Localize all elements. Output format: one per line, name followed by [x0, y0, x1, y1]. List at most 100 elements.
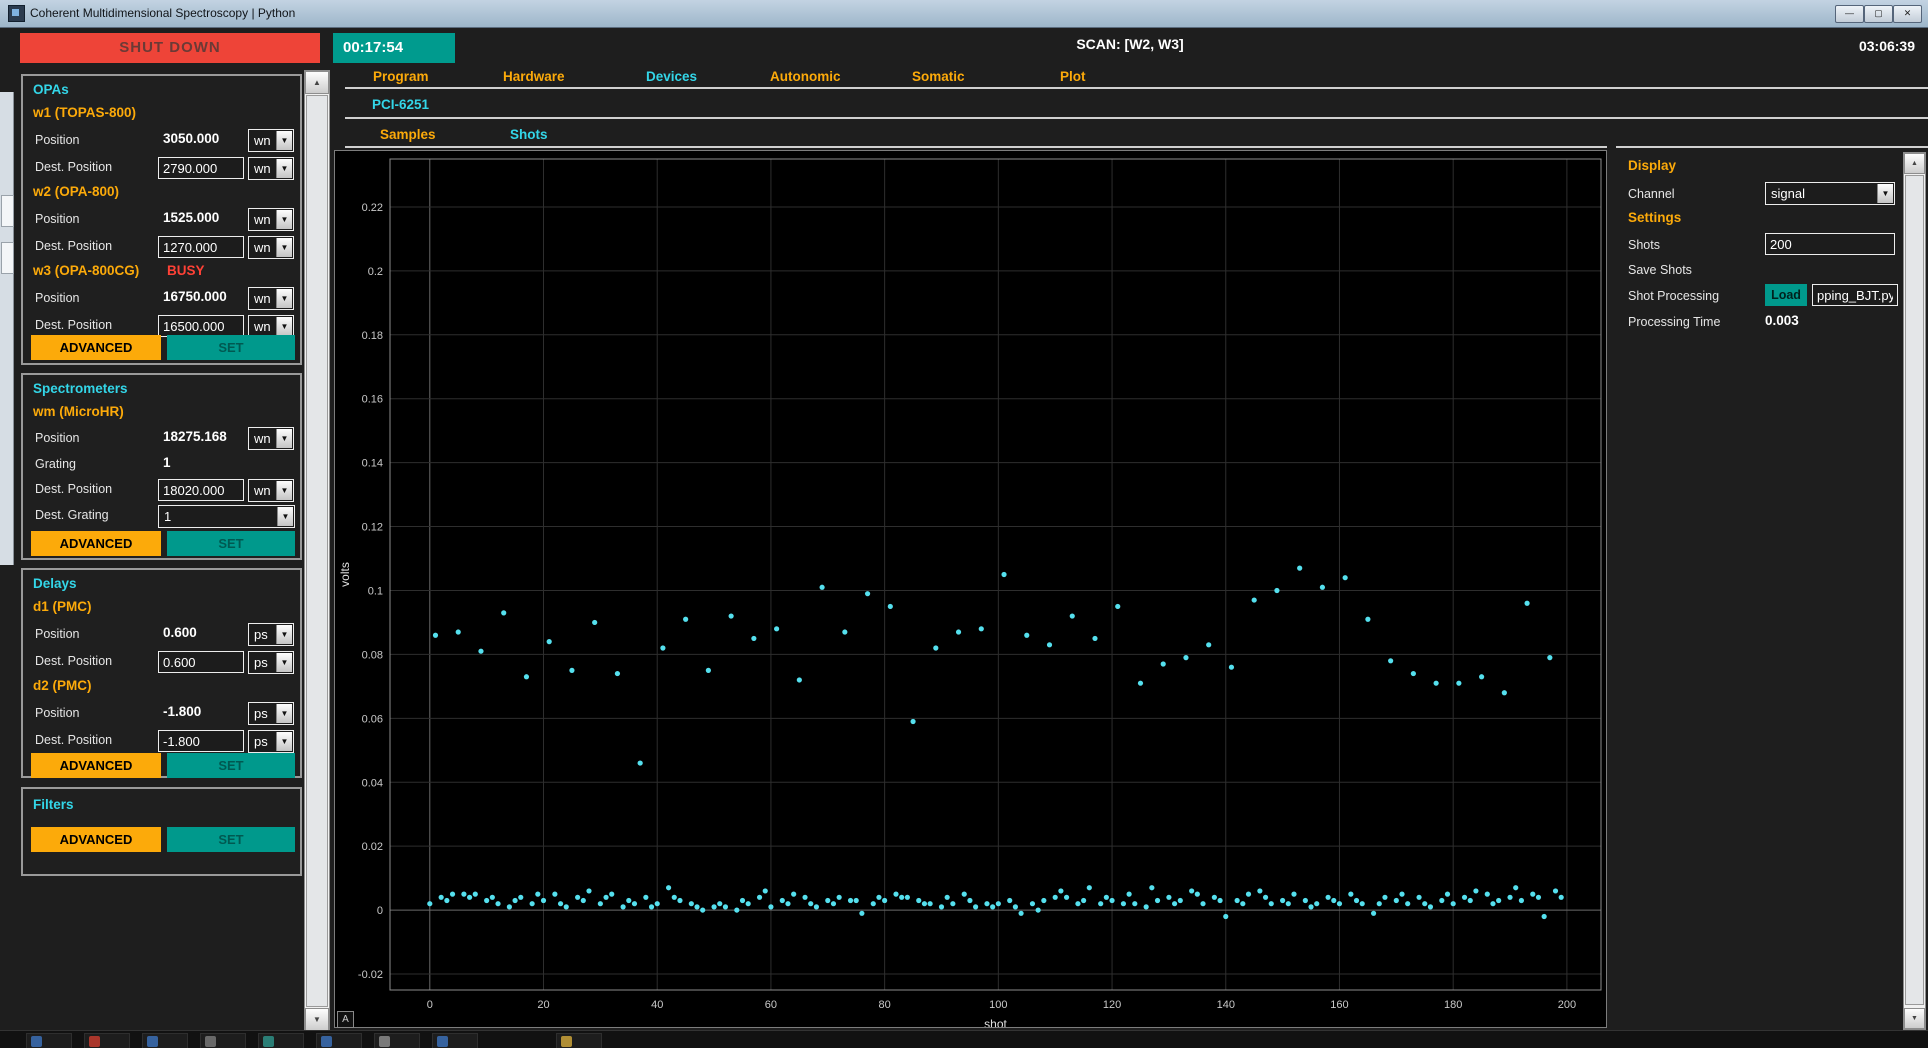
tab-somatic[interactable]: Somatic — [912, 69, 965, 84]
wm-dest-units-combo[interactable]: wn ▼ — [248, 479, 294, 502]
svg-text:100: 100 — [989, 999, 1007, 1011]
svg-text:0.18: 0.18 — [362, 330, 383, 342]
chevron-down-icon[interactable]: ▼ — [276, 653, 292, 672]
tab-samples[interactable]: Samples — [380, 127, 436, 142]
autoscale-button[interactable]: A — [337, 1011, 354, 1028]
chevron-down-icon[interactable]: ▼ — [276, 732, 292, 751]
w1-dest-units-combo[interactable]: wn ▼ — [248, 157, 294, 180]
dest-position-label: Dest. Position — [35, 239, 112, 253]
close-button[interactable]: ✕ — [1893, 5, 1922, 23]
scrollbar-thumb[interactable] — [1905, 175, 1924, 1005]
minimize-button[interactable]: — — [1835, 5, 1864, 23]
chevron-down-icon[interactable]: ▼ — [276, 429, 292, 448]
d1-position-units-combo[interactable]: ps ▼ — [248, 623, 294, 646]
motor-name-wm: wm (MicroHR) — [33, 404, 124, 419]
tab-hardware[interactable]: Hardware — [503, 69, 565, 84]
shot-processing-file-input[interactable] — [1812, 284, 1898, 306]
svg-text:200: 200 — [1558, 999, 1576, 1011]
svg-text:0.16: 0.16 — [362, 394, 383, 406]
tab-shots[interactable]: Shots — [510, 127, 548, 142]
taskbar-app-icon — [379, 1036, 390, 1047]
filters-set-button[interactable]: SET — [167, 827, 295, 852]
delays-set-button[interactable]: SET — [167, 753, 295, 778]
w1-position-units-combo[interactable]: wn ▼ — [248, 129, 294, 152]
d2-position-value: -1.800 — [163, 704, 247, 719]
w3-dest-position-input[interactable] — [158, 315, 244, 337]
wm-position-units-combo[interactable]: wn ▼ — [248, 427, 294, 450]
motor-name-w2: w2 (OPA-800) — [33, 184, 119, 199]
d1-dest-units-combo[interactable]: ps ▼ — [248, 651, 294, 674]
shots-input[interactable] — [1765, 233, 1895, 255]
tab-devices[interactable]: Devices — [646, 69, 697, 84]
motor-name-d2: d2 (PMC) — [33, 678, 92, 693]
tab-separator — [345, 87, 1928, 89]
scroll-down-icon[interactable]: ▼ — [305, 1008, 329, 1031]
right-panel-scrollbar[interactable]: ▲ ▼ — [1903, 152, 1926, 1030]
w2-position-units-combo[interactable]: wn ▼ — [248, 208, 294, 231]
load-button[interactable]: Load — [1765, 284, 1807, 306]
title-bar: Coherent Multidimensional Spectroscopy |… — [0, 0, 1928, 28]
d2-position-units-combo[interactable]: ps ▼ — [248, 702, 294, 725]
spectrometers-set-button[interactable]: SET — [167, 531, 295, 556]
w2-dest-position-input[interactable] — [158, 236, 244, 258]
taskbar-item-app-3[interactable] — [142, 1033, 188, 1048]
chevron-down-icon[interactable]: ▼ — [276, 625, 292, 644]
tab-autonomic[interactable]: Autonomic — [770, 69, 841, 84]
dest-grating-combo[interactable]: 1 ▼ — [158, 505, 295, 528]
scrollbar-thumb[interactable] — [306, 95, 328, 1007]
chevron-down-icon[interactable]: ▼ — [277, 507, 293, 526]
scroll-down-icon[interactable]: ▼ — [1904, 1008, 1925, 1029]
taskbar-item-app-9[interactable] — [556, 1033, 602, 1048]
w2-dest-units-combo[interactable]: wn ▼ — [248, 236, 294, 259]
taskbar-item-app-7[interactable] — [374, 1033, 420, 1048]
taskbar-item-app-6[interactable] — [316, 1033, 362, 1048]
maximize-button[interactable]: ▢ — [1864, 5, 1893, 23]
svg-text:0.2: 0.2 — [368, 266, 383, 278]
opas-set-button[interactable]: SET — [167, 335, 295, 360]
section-spectrometers: Spectrometers wm (MicroHR) Position 1827… — [21, 373, 302, 560]
w1-dest-position-input[interactable] — [158, 157, 244, 179]
tab-plot[interactable]: Plot — [1060, 69, 1086, 84]
chevron-down-icon[interactable]: ▼ — [1877, 184, 1893, 203]
spectrometers-advanced-button[interactable]: ADVANCED — [31, 531, 161, 556]
position-label: Position — [35, 212, 79, 226]
section-opas: OPAs w1 (TOPAS-800) Position 3050.000 wn… — [21, 74, 302, 365]
dest-position-label: Dest. Position — [35, 160, 112, 174]
taskbar-item-app-1[interactable] — [26, 1033, 72, 1048]
taskbar-item-app-8[interactable] — [432, 1033, 478, 1048]
chevron-down-icon[interactable]: ▼ — [276, 317, 292, 336]
taskbar-app-icon — [205, 1036, 216, 1047]
d2-dest-position-input[interactable] — [158, 730, 244, 752]
chevron-down-icon[interactable]: ▼ — [276, 704, 292, 723]
tab-program[interactable]: Program — [373, 69, 429, 84]
chevron-down-icon[interactable]: ▼ — [276, 481, 292, 500]
shutdown-button[interactable]: SHUT DOWN — [20, 33, 320, 63]
sidebar-scrollbar[interactable]: ▲ ▼ — [304, 70, 330, 1032]
tab-pci-6251[interactable]: PCI-6251 — [372, 97, 429, 112]
d2-dest-units-combo[interactable]: ps ▼ — [248, 730, 294, 753]
dest-position-label: Dest. Position — [35, 733, 112, 747]
taskbar-item-app-5[interactable] — [258, 1033, 304, 1048]
chevron-down-icon[interactable]: ▼ — [276, 159, 292, 178]
chevron-down-icon[interactable]: ▼ — [276, 289, 292, 308]
scroll-up-icon[interactable]: ▲ — [1904, 153, 1925, 174]
w2-position-value: 1525.000 — [163, 210, 247, 225]
delays-advanced-button[interactable]: ADVANCED — [31, 753, 161, 778]
channel-select[interactable]: signal ▼ — [1765, 182, 1895, 205]
tab-separator — [345, 146, 1607, 148]
svg-text:volts: volts — [338, 562, 352, 587]
opas-advanced-button[interactable]: ADVANCED — [31, 335, 161, 360]
shots-plot[interactable]: 020406080100120140160180200-0.0200.020.0… — [334, 150, 1607, 1028]
chevron-down-icon[interactable]: ▼ — [276, 238, 292, 257]
filters-advanced-button[interactable]: ADVANCED — [31, 827, 161, 852]
units-value: wn — [254, 133, 271, 148]
chevron-down-icon[interactable]: ▼ — [276, 131, 292, 150]
d1-dest-position-input[interactable] — [158, 651, 244, 673]
units-value: wn — [254, 431, 271, 446]
w3-position-units-combo[interactable]: wn ▼ — [248, 287, 294, 310]
scroll-up-icon[interactable]: ▲ — [305, 71, 329, 94]
taskbar-item-app-2[interactable] — [84, 1033, 130, 1048]
wm-dest-position-input[interactable] — [158, 479, 244, 501]
taskbar-item-app-4[interactable] — [200, 1033, 246, 1048]
chevron-down-icon[interactable]: ▼ — [276, 210, 292, 229]
